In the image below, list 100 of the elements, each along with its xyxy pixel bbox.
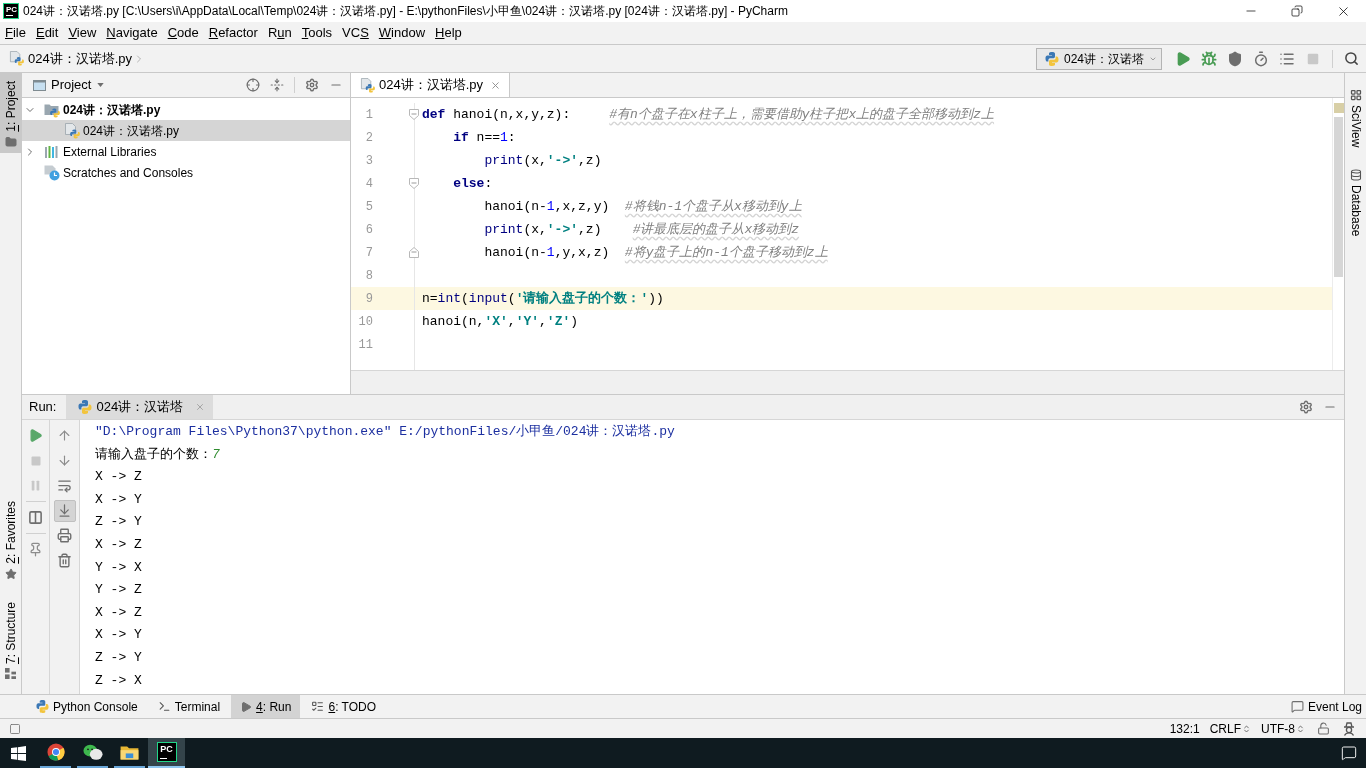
tool-window-tab[interactable]: 1: Project — [0, 73, 21, 153]
line-separator-button[interactable]: CRLF — [1209, 719, 1251, 738]
tool-window-tab[interactable]: Terminal — [148, 695, 230, 718]
pin-icon — [28, 542, 43, 557]
tool-window-tab[interactable]: 7: Structure — [0, 598, 21, 682]
play-icon — [28, 428, 43, 443]
shield-icon — [1227, 50, 1243, 67]
pause-icon — [29, 479, 42, 492]
console-line: Y -> X — [95, 558, 142, 577]
menu-item[interactable]: Run — [262, 22, 297, 44]
console-line: X -> Z — [95, 603, 142, 622]
line-number: 4 — [364, 175, 373, 193]
console-line: X -> Y — [95, 490, 142, 509]
python-icon — [36, 700, 49, 713]
fold-marker-icon[interactable] — [409, 247, 419, 258]
code-line: n=int(input('请输入盘子的个数：')) — [422, 290, 664, 308]
close-icon[interactable] — [490, 79, 502, 91]
printer-icon — [57, 528, 72, 543]
layout-icon — [28, 510, 43, 525]
arrow-down-icon — [57, 453, 72, 468]
event-log-button[interactable]: Event Log — [1290, 695, 1362, 718]
code-line: def hanoi(n,x,y,z): #有n个盘子在x柱子上，需要借助y柱子把x上的盘子全部移动到z上 — [422, 106, 995, 124]
fold-marker-icon[interactable] — [409, 109, 419, 120]
scrollbar-thumb[interactable] — [1334, 117, 1343, 277]
code-line: hanoi(n,'X','Y','Z') — [422, 313, 579, 331]
arrow-up-icon — [57, 428, 72, 443]
window-title: 024讲：汉诺塔.py [C:\Users\i\AppData\Local\Temp\024讲：汉诺塔.py] - E:\pythonFiles\小甲鱼\024讲：汉诺塔.py [024讲：汉诺塔.py] - PyCharm — [23, 3, 788, 20]
file-clock-icon — [44, 164, 60, 181]
console-line: 请输入盘子的个数：7 — [95, 445, 220, 464]
play-icon — [1175, 50, 1191, 67]
tool-window-tab[interactable]: 2: Favorites — [0, 498, 21, 583]
code-line: if n==1: — [453, 129, 516, 147]
tool-window-tab[interactable]: 4: Run — [231, 695, 301, 718]
browser-icon — [46, 743, 65, 761]
menu-item[interactable]: Edit — [30, 22, 64, 44]
figure-with-hat-icon[interactable] — [1342, 721, 1356, 736]
tool-window-tab[interactable]: SciView — [1345, 87, 1366, 150]
code-line: else: — [453, 175, 493, 193]
project-view-dropdown[interactable]: Project — [51, 75, 105, 95]
menu-item[interactable]: Code — [162, 22, 204, 44]
chat-bubbles-icon — [82, 743, 103, 761]
console-line: Z -> Y — [95, 648, 142, 667]
console-line: X -> Y — [95, 626, 142, 645]
taskbar-app[interactable]: PC — [148, 738, 185, 768]
line-number: 7 — [364, 244, 373, 262]
menu-item[interactable]: File — [0, 22, 31, 44]
play-icon — [240, 700, 253, 713]
python-file-icon — [64, 122, 80, 139]
lock-icon[interactable] — [1317, 722, 1330, 735]
line-number: 11 — [357, 336, 373, 354]
stop-icon — [1306, 51, 1320, 66]
line-number: 8 — [364, 267, 373, 285]
menu-item[interactable]: Tools — [296, 22, 338, 44]
python-file-icon — [360, 77, 375, 93]
run-tab[interactable]: 024讲：汉诺塔 — [66, 395, 214, 419]
window-icon — [33, 79, 46, 91]
close-icon[interactable] — [195, 402, 206, 412]
editor-tab[interactable]: 024讲：汉诺塔.py — [351, 73, 511, 97]
code-line: hanoi(n-1,x,z,y) #将钱n-1个盘子从x移动到y上 — [484, 198, 802, 216]
database-icon — [1349, 169, 1362, 182]
settings-icon — [1299, 400, 1313, 414]
tool-window-tab[interactable]: 6: TODO — [302, 695, 386, 718]
tool-window-tab[interactable]: Database — [1345, 167, 1366, 239]
fold-marker-icon[interactable] — [409, 178, 419, 189]
tree-item[interactable]: External Libraries — [22, 141, 350, 162]
tree-item[interactable]: 024讲：汉诺塔.py — [22, 99, 350, 120]
console-line: X -> Z — [95, 468, 142, 487]
timer-icon — [1253, 50, 1269, 67]
line-number: 1 — [364, 106, 373, 124]
tool-window-tab[interactable]: Python Console — [27, 695, 147, 718]
four-panes-icon — [11, 745, 26, 761]
star-icon — [4, 567, 17, 580]
square-marker-icon[interactable] — [1333, 103, 1344, 113]
menu-item[interactable]: View — [63, 22, 102, 44]
code-line: print(x,'->',z) — [484, 152, 602, 170]
encoding-button[interactable]: UTF-8 — [1261, 719, 1305, 738]
code-line: hanoi(n-1,y,x,z) #将y盘子上的n-1个盘子移动到z上 — [484, 244, 828, 262]
menu-item[interactable]: Help — [430, 22, 467, 44]
line-number: 5 — [364, 198, 373, 216]
line-number: 3 — [364, 152, 373, 170]
menu-item[interactable]: VCS — [337, 22, 374, 44]
menu-item[interactable]: Refactor — [203, 22, 263, 44]
app-logo: PC — [3, 3, 19, 19]
square-icon[interactable] — [9, 722, 21, 735]
run-configuration-dropdown[interactable]: 024讲：汉诺塔 — [1036, 47, 1162, 70]
caret-down-icon — [97, 83, 105, 87]
code-line: print(x,'->',z) #讲最底层的盘子从x移动到z — [484, 221, 800, 239]
tree-item[interactable]: Scratches and Consoles — [22, 162, 350, 183]
collapse-icon — [270, 78, 284, 92]
updown-arrows-icon — [1242, 723, 1251, 734]
scroll-to-end-button[interactable] — [53, 499, 76, 522]
menu-item[interactable]: Navigate — [101, 22, 163, 44]
python-file-icon — [9, 51, 24, 66]
folder-icon — [4, 135, 17, 148]
breadcrumb-item[interactable]: 024讲：汉诺塔.py — [9, 48, 133, 69]
tree-item[interactable]: 024讲：汉诺塔.py — [22, 120, 350, 141]
wrap-text-icon — [57, 478, 72, 493]
cursor-position[interactable]: 132:1 — [1169, 719, 1200, 738]
menu-item[interactable]: Window — [373, 22, 431, 44]
arrow-to-line-icon — [57, 503, 72, 518]
